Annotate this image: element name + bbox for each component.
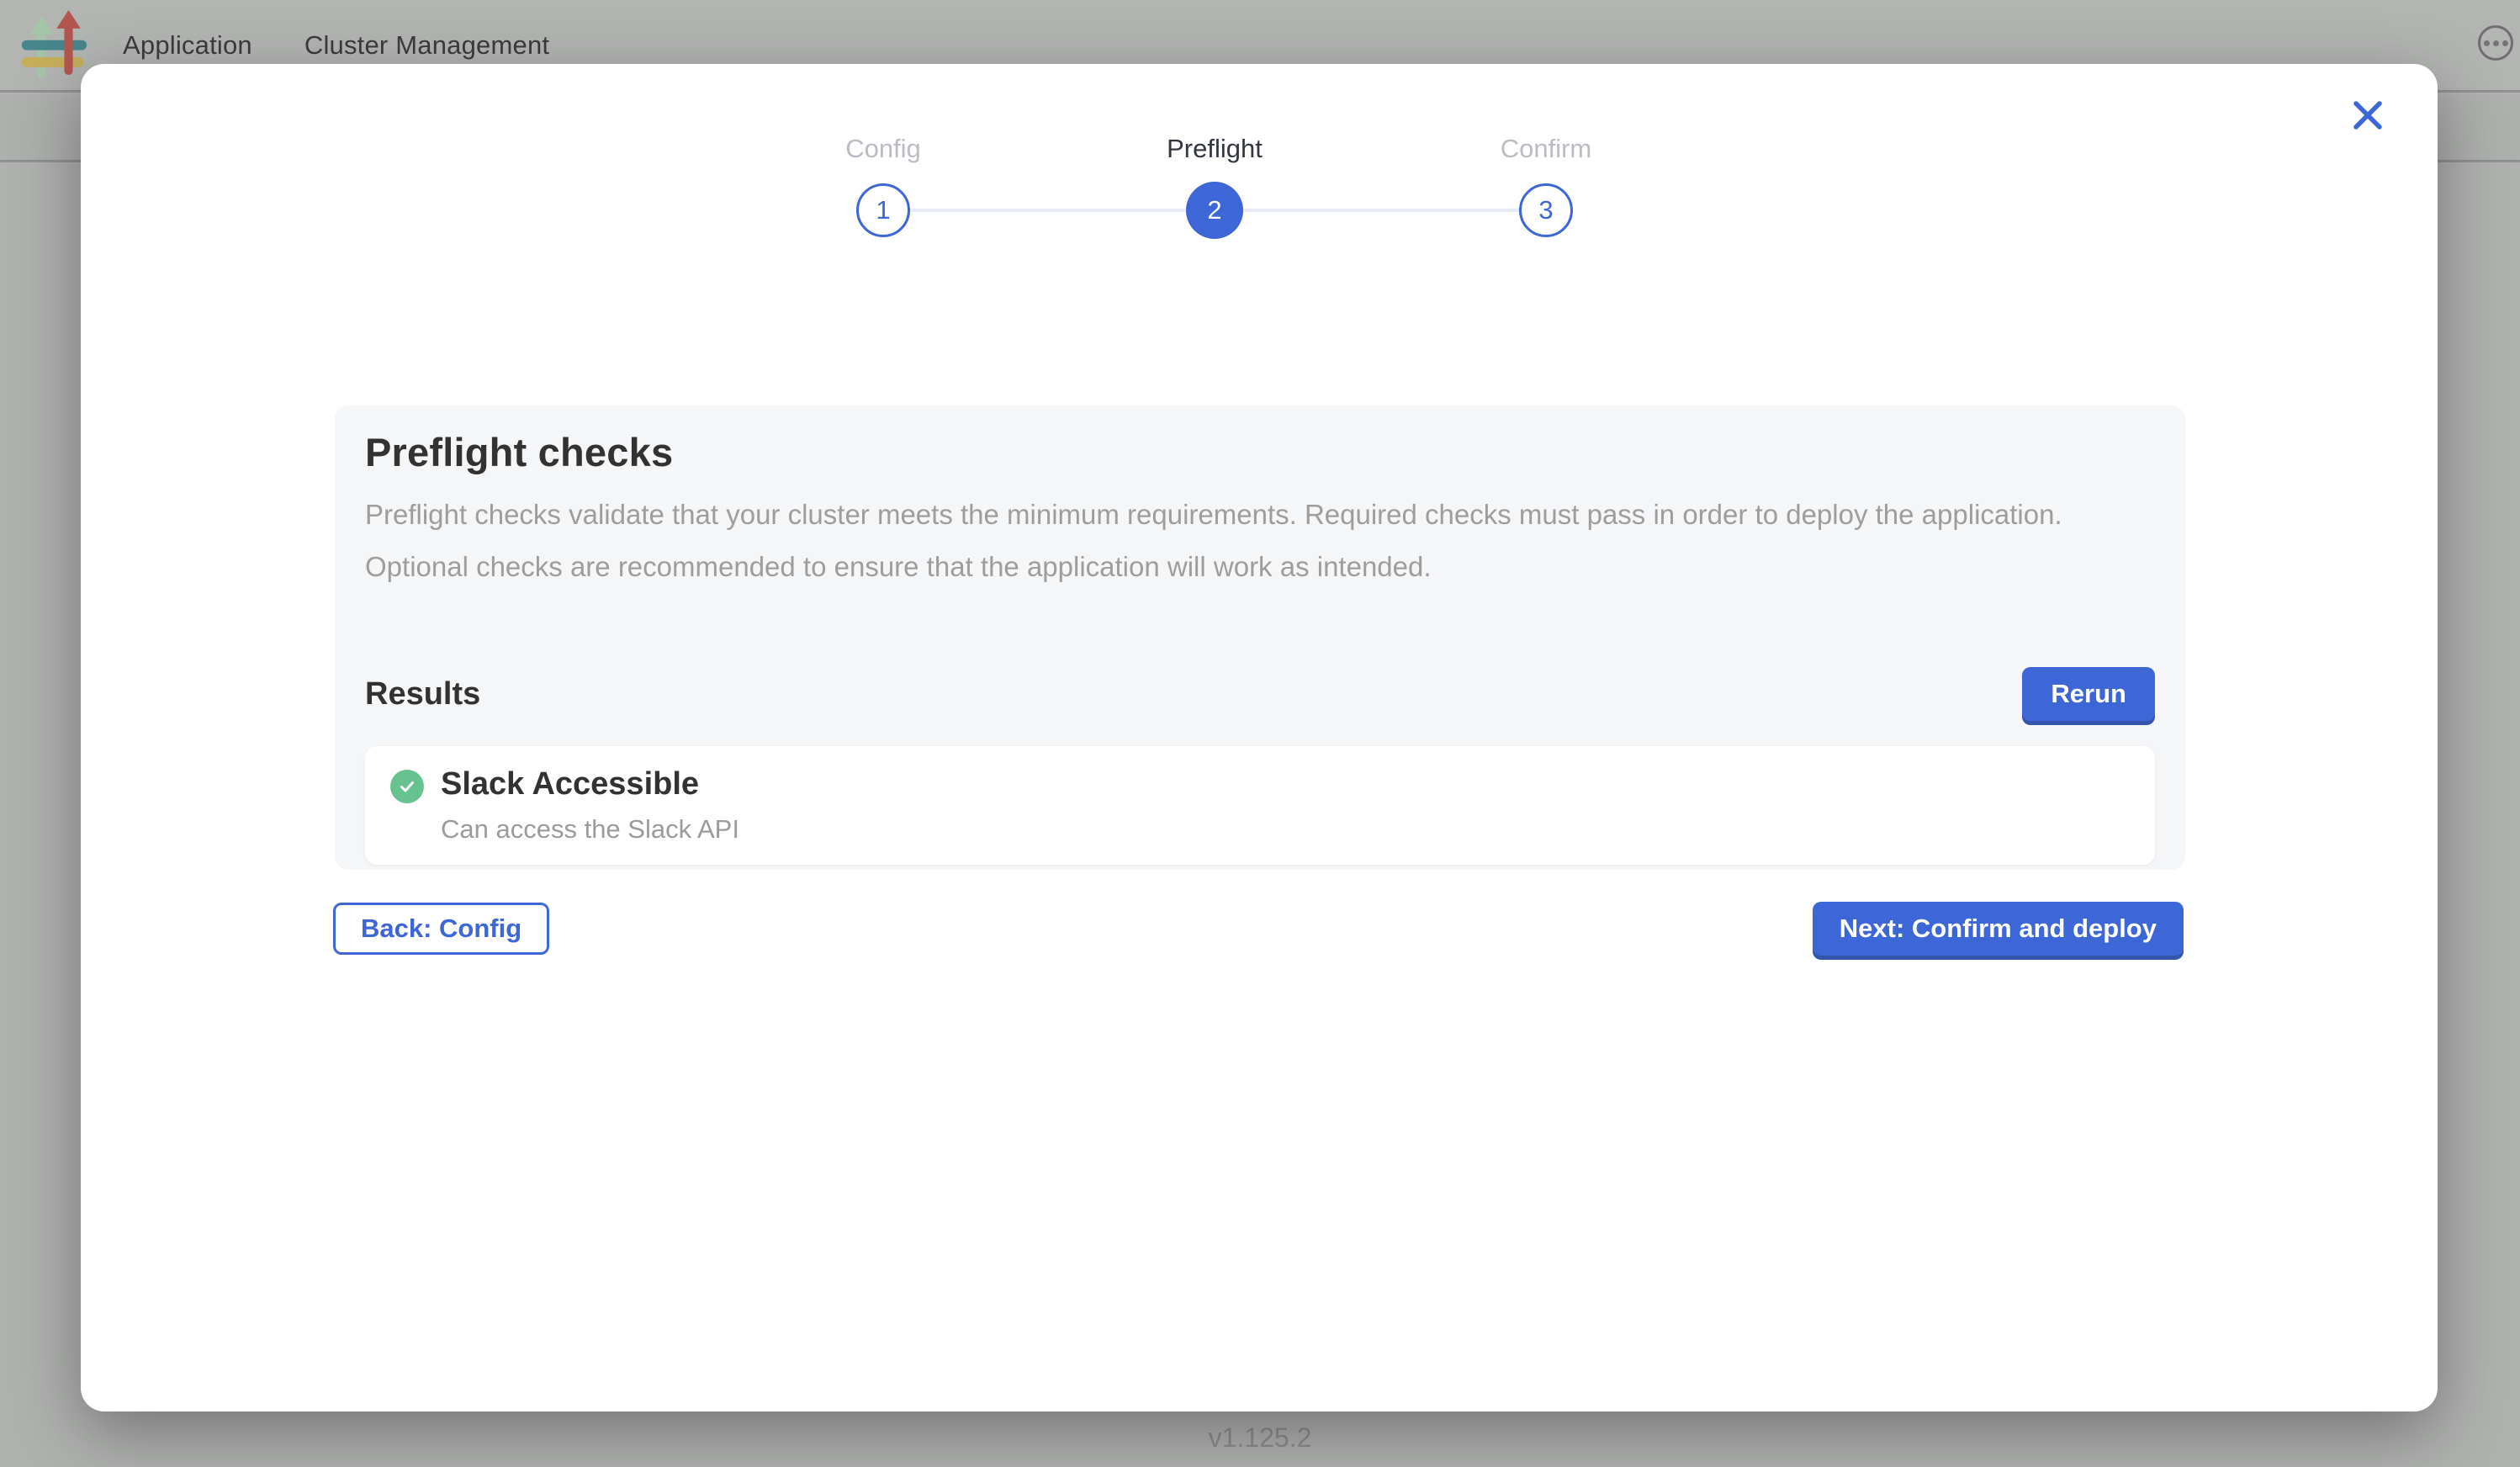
step-preflight-circle[interactable]: 2: [1186, 182, 1243, 239]
preflight-check-row: Slack Accessible Can access the Slack AP…: [365, 746, 2155, 865]
check-title: Slack Accessible: [441, 766, 739, 802]
nav-tab-application[interactable]: Application: [123, 30, 252, 61]
wizard-footer: Back: Config Next: Confirm and deploy: [333, 902, 2184, 956]
preflight-title: Preflight checks: [365, 429, 2155, 475]
nav-tabs: Application Cluster Management: [123, 30, 549, 61]
next-confirm-deploy-button[interactable]: Next: Confirm and deploy: [1813, 902, 2184, 956]
rerun-button[interactable]: Rerun: [2022, 667, 2155, 721]
app-version-label: v1.125.2: [0, 1422, 2520, 1454]
step-preflight: Preflight: [1049, 133, 1380, 165]
step-config-label: Config: [845, 133, 921, 165]
preflight-panel: Preflight checks Preflight checks valida…: [335, 405, 2185, 870]
step-config: Config: [717, 133, 1049, 165]
check-texts: Slack Accessible Can access the Slack AP…: [441, 766, 739, 845]
preflight-description: Preflight checks validate that your clus…: [365, 489, 2123, 593]
step-confirm-label: Confirm: [1501, 133, 1592, 165]
deploy-stepper: Config Preflight Confirm 1 2 3: [717, 133, 1713, 239]
back-config-button[interactable]: Back: Config: [333, 903, 549, 955]
check-detail: Can access the Slack API: [441, 814, 739, 845]
results-heading: Results: [365, 676, 480, 712]
close-icon[interactable]: [2343, 91, 2392, 140]
preflight-modal: Config Preflight Confirm 1 2 3: [81, 64, 2438, 1411]
step-preflight-label: Preflight: [1167, 133, 1263, 165]
nav-tab-cluster-management[interactable]: Cluster Management: [304, 30, 549, 61]
check-pass-icon: [390, 770, 424, 803]
step-confirm-circle[interactable]: 3: [1519, 183, 1573, 237]
ellipsis-menu-icon[interactable]: [2478, 25, 2513, 61]
step-confirm: Confirm: [1380, 133, 1712, 165]
step-config-circle[interactable]: 1: [856, 183, 910, 237]
